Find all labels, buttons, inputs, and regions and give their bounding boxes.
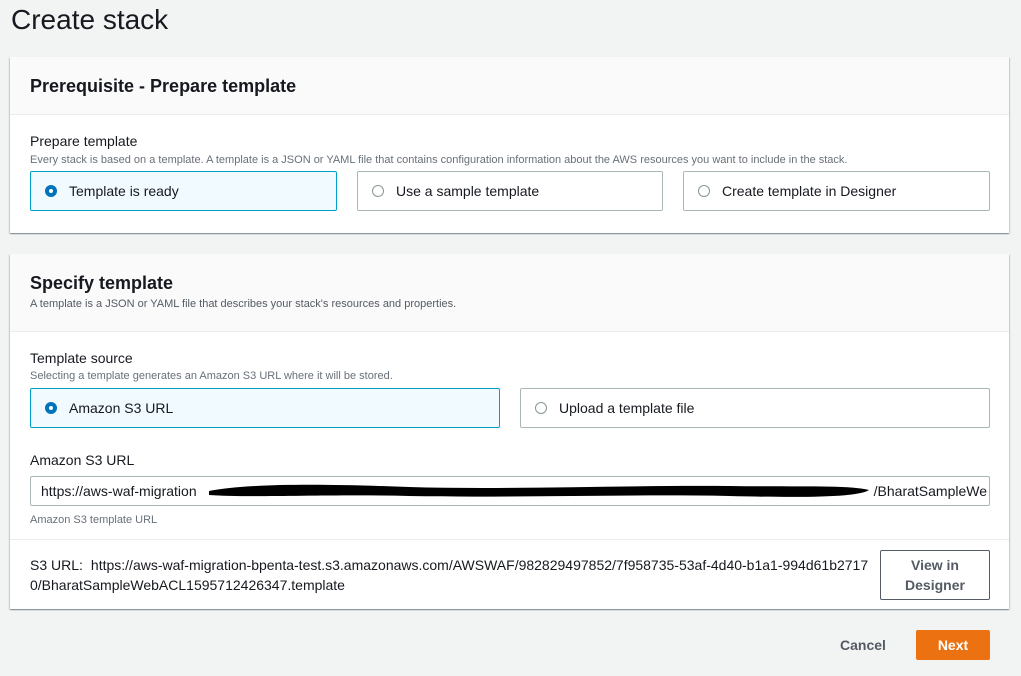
s3-url-input-value: https://aws-waf-migration: [41, 483, 197, 499]
prerequisite-title: Prerequisite - Prepare template: [30, 76, 297, 96]
radio-upload-template-file[interactable]: [535, 402, 547, 414]
template-source-hint: Selecting a template generates an Amazon…: [30, 370, 393, 382]
s3-url-field-hint: Amazon S3 template URL: [30, 514, 158, 526]
option-template-ready[interactable]: Template is ready: [30, 171, 337, 211]
specify-template-panel: Specify template A template is a JSON or…: [10, 254, 1009, 609]
option-upload-template-file-label: Upload a template file: [559, 400, 695, 416]
specify-template-title: Specify template: [30, 273, 174, 293]
s3-url-input[interactable]: https://aws-waf-migration /BharatSampleW…: [30, 476, 990, 506]
option-amazon-s3-url-label: Amazon S3 URL: [69, 400, 174, 416]
s3-url-field-label: Amazon S3 URL: [30, 452, 135, 468]
prerequisite-panel: Prerequisite - Prepare template Prepare …: [10, 57, 1009, 233]
next-button[interactable]: Next: [916, 630, 990, 660]
redaction-mark: [209, 484, 869, 497]
s3-url-value: https://aws-waf-migration-bpenta-test.s3…: [30, 557, 869, 593]
s3-url-label: S3 URL:: [30, 557, 83, 573]
specify-template-description: A template is a JSON or YAML file that d…: [30, 298, 457, 310]
option-upload-template-file[interactable]: Upload a template file: [520, 388, 990, 428]
radio-amazon-s3-url[interactable]: [45, 402, 57, 414]
prepare-template-label: Prepare template: [30, 133, 138, 149]
prerequisite-header: Prerequisite - Prepare template: [10, 57, 1009, 115]
page-title: Create stack: [11, 4, 169, 35]
specify-template-header: Specify template A template is a JSON or…: [10, 254, 1009, 332]
radio-sample-template[interactable]: [372, 185, 384, 197]
option-amazon-s3-url[interactable]: Amazon S3 URL: [30, 388, 500, 428]
option-create-in-designer[interactable]: Create template in Designer: [683, 171, 990, 211]
radio-template-ready[interactable]: [45, 185, 57, 197]
prepare-template-hint: Every stack is based on a template. A te…: [30, 154, 848, 166]
panel-divider: [10, 539, 1009, 540]
s3-url-display: S3 URL: https://aws-waf-migration-bpenta-…: [30, 555, 875, 595]
s3-url-input-tail: /BharatSampleWe: [873, 477, 987, 505]
cancel-button[interactable]: Cancel: [826, 630, 900, 660]
view-in-designer-button[interactable]: View in Designer: [880, 550, 990, 600]
template-source-label: Template source: [30, 350, 133, 366]
option-template-ready-label: Template is ready: [69, 183, 179, 199]
option-create-in-designer-label: Create template in Designer: [722, 183, 897, 199]
option-sample-template[interactable]: Use a sample template: [357, 171, 663, 211]
option-sample-template-label: Use a sample template: [396, 183, 540, 199]
radio-create-in-designer[interactable]: [698, 185, 710, 197]
